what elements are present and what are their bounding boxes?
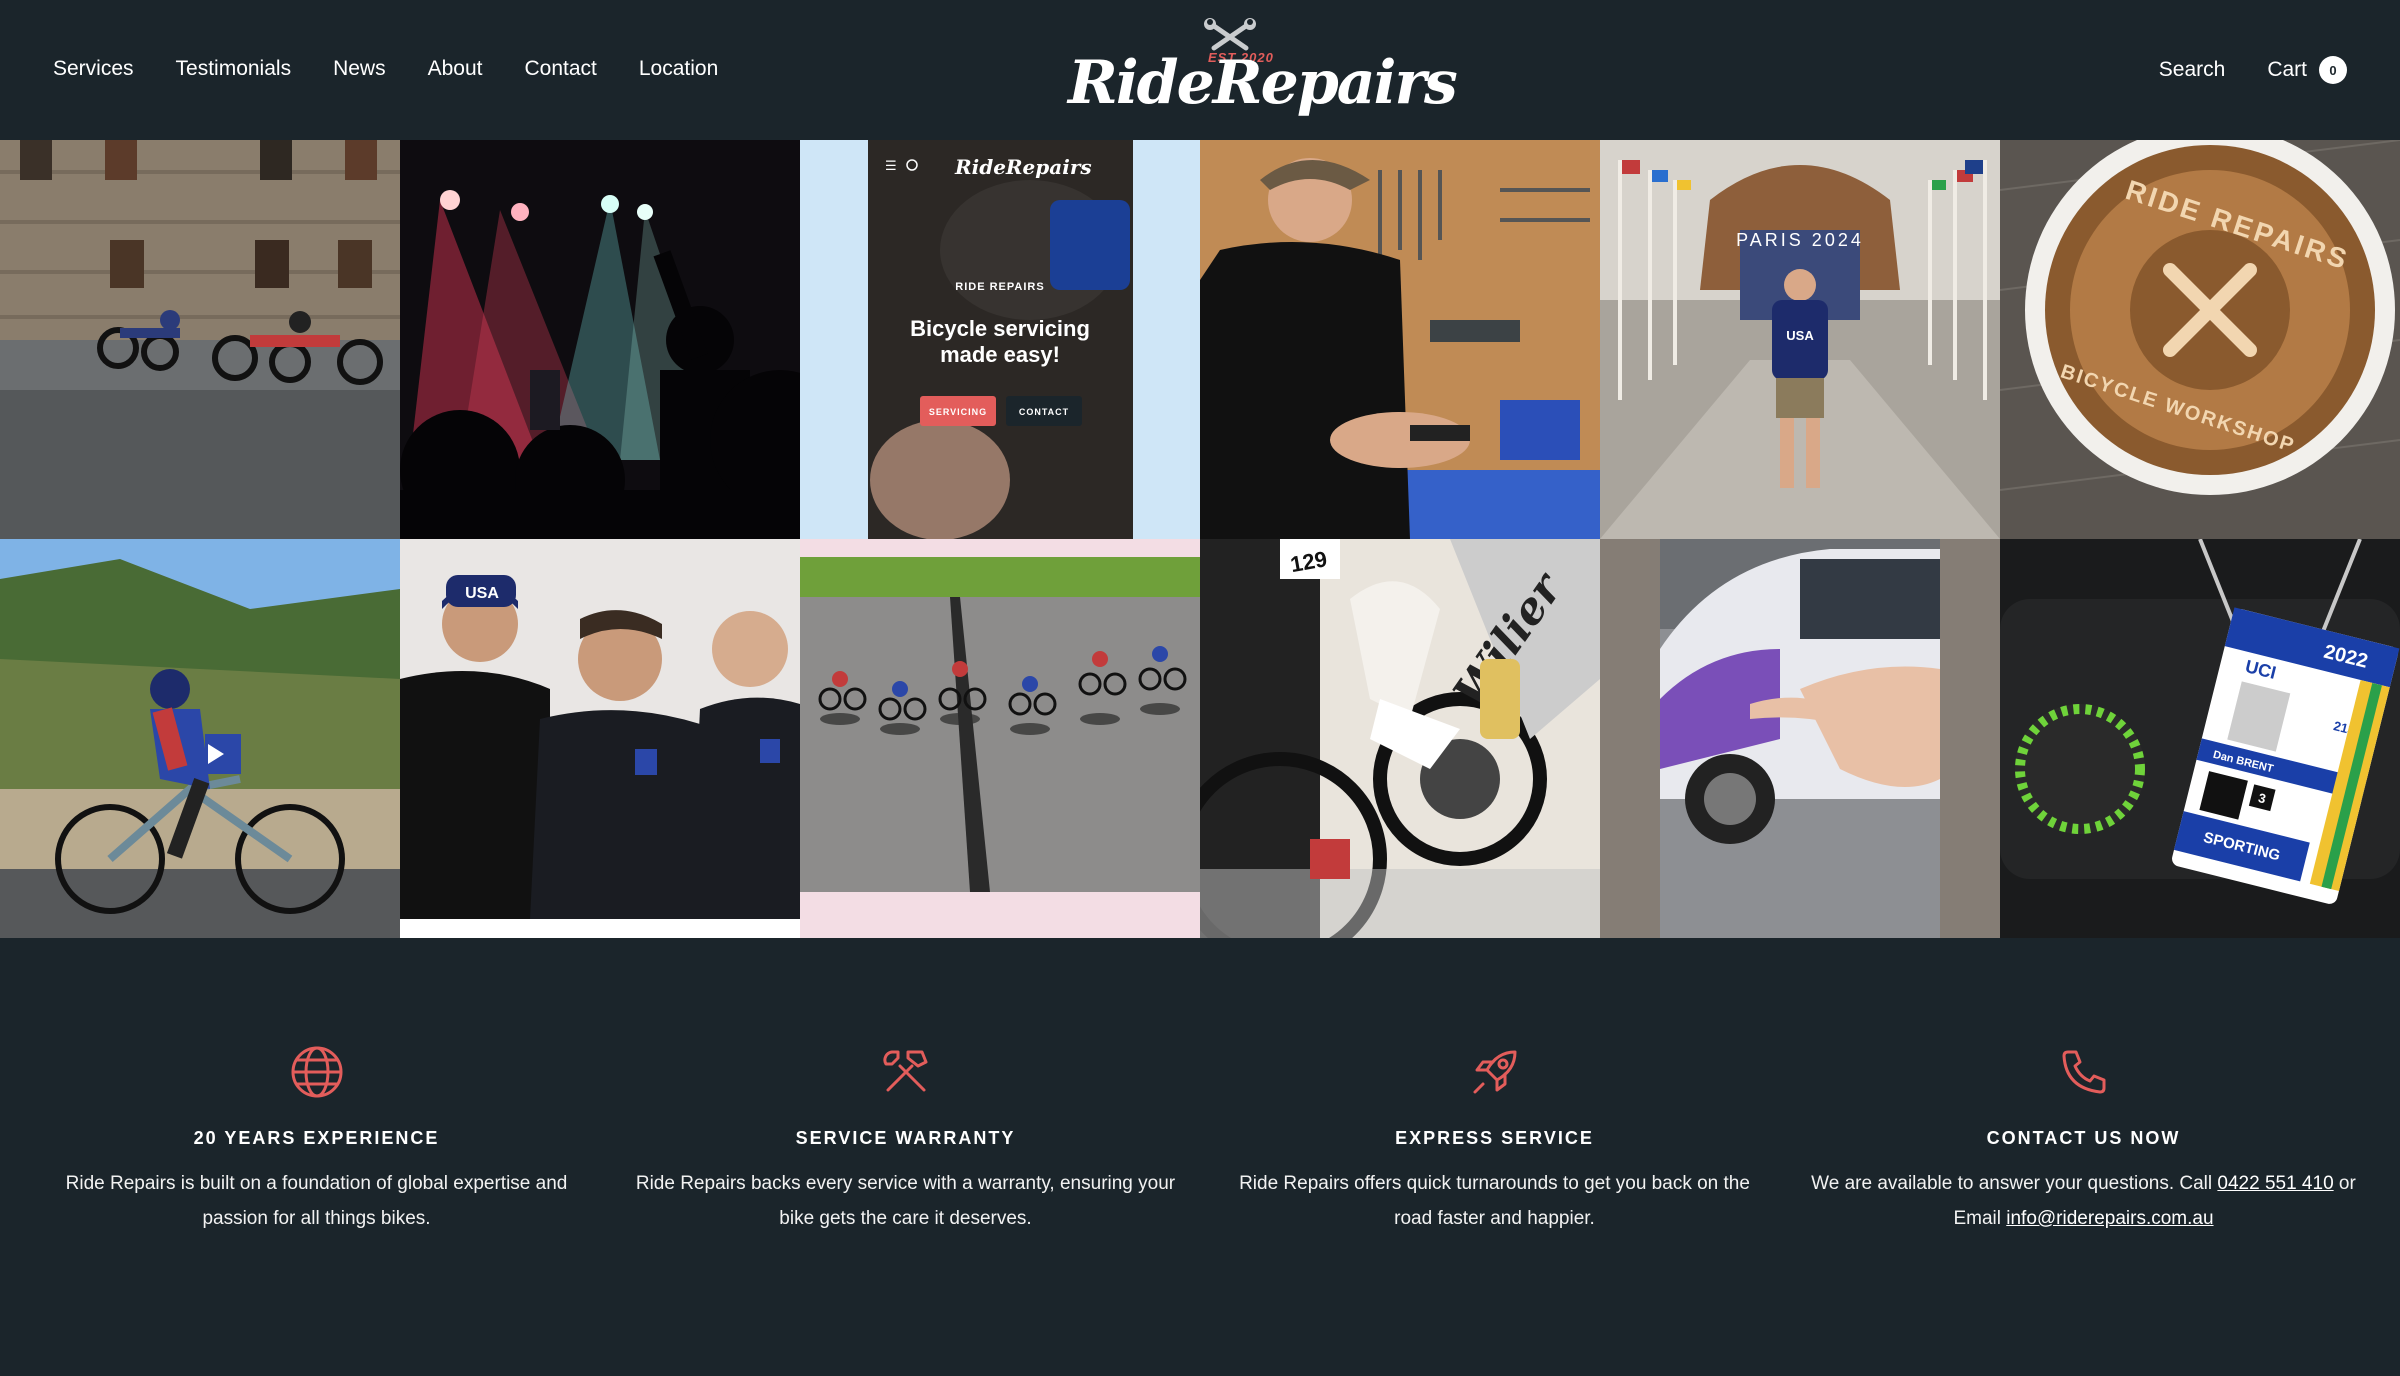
phone-icon: [2062, 1050, 2105, 1094]
feature-title: EXPRESS SERVICE: [1395, 1128, 1594, 1148]
feature-title: CONTACT US NOW: [1986, 1128, 2181, 1148]
mockup-brand: RideRepairs: [954, 155, 1092, 179]
nav-contact[interactable]: Contact: [524, 56, 596, 82]
search-link[interactable]: Search: [2159, 57, 2226, 83]
feature-text: Ride Repairs offers quick turnarounds to…: [1239, 1173, 1750, 1229]
instagram-gallery: ☰ RideRepairs RIDE REPAIRS Bicycle servi…: [0, 140, 2400, 938]
nav-news[interactable]: News: [333, 56, 386, 82]
workshop-mechanic-photo: [1200, 140, 1600, 539]
gallery-tile-website-mockup[interactable]: ☰ RideRepairs RIDE REPAIRS Bicycle servi…: [800, 140, 1200, 539]
website-mockup-image: ☰ RideRepairs RIDE REPAIRS Bicycle servi…: [800, 140, 1200, 539]
gallery-tile-race-bikes[interactable]: 129 Wilier: [1200, 539, 1600, 938]
nav-location[interactable]: Location: [639, 56, 718, 82]
cyclist-mountains-photo: [0, 539, 400, 938]
feature-express: EXPRESS SERVICE Ride Repairs offers quic…: [1200, 1000, 1789, 1236]
gallery-tile-support-car[interactable]: [1600, 539, 2000, 938]
gallery-tile-workshop-mechanic[interactable]: [1200, 140, 1600, 539]
feature-title: SERVICE WARRANTY: [795, 1128, 1016, 1148]
logo-wordmark: RideRepairs: [1068, 48, 1458, 118]
contact-text-prefix: We are available to answer your question…: [1811, 1173, 2218, 1194]
support-car-photo: [1600, 539, 2000, 938]
feature-text: Ride Repairs backs every service with a …: [635, 1173, 1176, 1229]
nav-testimonials[interactable]: Testimonials: [176, 56, 292, 82]
team-portrait-photo: USA: [400, 539, 800, 938]
mockup-eyebrow: RIDE REPAIRS: [955, 281, 1044, 293]
feature-contact: CONTACT US NOW We are available to answe…: [1789, 1000, 2378, 1236]
mockup-contact-button: CONTACT: [1019, 407, 1069, 417]
feature-title: 20 YEARS EXPERIENCE: [193, 1128, 440, 1148]
phone-link[interactable]: 0422 551 410: [2217, 1173, 2333, 1194]
crossed-wrenches-icon: [1204, 18, 1256, 51]
header-actions: Search Cart 0: [2159, 56, 2347, 84]
uci-accreditation-photo: 2022 UCI 2131 Dan BRENT 3 SPORTING: [2000, 539, 2400, 938]
feature-text: Ride Repairs is built on a foundation of…: [65, 1173, 568, 1229]
cap-text: USA: [465, 585, 499, 602]
features-section: 20 YEARS EXPERIENCE Ride Repairs is buil…: [0, 1000, 2400, 1236]
mockup-headline-2: made easy!: [940, 342, 1060, 367]
gallery-tile-concert[interactable]: [400, 140, 800, 539]
gallery-tile-team-portrait[interactable]: USA: [400, 539, 800, 938]
site-header: Services Testimonials News About Contact…: [0, 0, 2400, 140]
rocket-icon: [1473, 1050, 1516, 1094]
gallery-tile-uci-accreditation[interactable]: 2022 UCI 2131 Dan BRENT 3 SPORTING: [2000, 539, 2400, 938]
tools-icon: [882, 1050, 927, 1092]
cart-count-badge: 0: [2319, 56, 2347, 84]
site-logo[interactable]: EST 2020 RideRepairs: [1060, 18, 1458, 118]
gallery-tile-peloton-aerial[interactable]: [800, 539, 1200, 938]
gallery-tile-cyclist-mountains[interactable]: [0, 539, 400, 938]
handcycle-race-photo: [0, 140, 400, 539]
mockup-headline-1: Bicycle servicing: [910, 316, 1090, 341]
nav-about[interactable]: About: [428, 56, 483, 82]
gallery-tile-paris-2024[interactable]: PARIS 2024 USA: [1600, 140, 2000, 539]
cart-label: Cart: [2267, 58, 2307, 81]
race-bikes-photo: 129 Wilier: [1200, 539, 1600, 938]
concert-photo: [400, 140, 800, 539]
paris-2024-photo: PARIS 2024 USA: [1600, 140, 2000, 539]
latte-art-photo: RIDE REPAIRS BICYCLE WORKSHOP: [2000, 140, 2400, 539]
gallery-tile-handcycle-race[interactable]: [0, 140, 400, 539]
shirt-text: USA: [1786, 328, 1814, 343]
mockup-menu-icon: ☰: [885, 159, 897, 174]
feature-experience: 20 YEARS EXPERIENCE Ride Repairs is buil…: [22, 1000, 611, 1236]
email-link[interactable]: info@riderepairs.com.au: [2006, 1208, 2213, 1229]
feature-text: We are available to answer your question…: [1807, 1166, 2360, 1236]
nav-services[interactable]: Services: [53, 56, 134, 82]
paris-sign: PARIS 2024: [1736, 230, 1864, 250]
main-nav: Services Testimonials News About Contact…: [53, 56, 760, 82]
peloton-aerial-photo: [800, 539, 1200, 938]
mockup-servicing-button: SERVICING: [929, 407, 987, 417]
feature-warranty: SERVICE WARRANTY Ride Repairs backs ever…: [611, 1000, 1200, 1236]
gallery-tile-latte-art[interactable]: RIDE REPAIRS BICYCLE WORKSHOP: [2000, 140, 2400, 539]
globe-icon: [291, 1046, 342, 1098]
cart-link[interactable]: Cart: [2267, 57, 2307, 83]
